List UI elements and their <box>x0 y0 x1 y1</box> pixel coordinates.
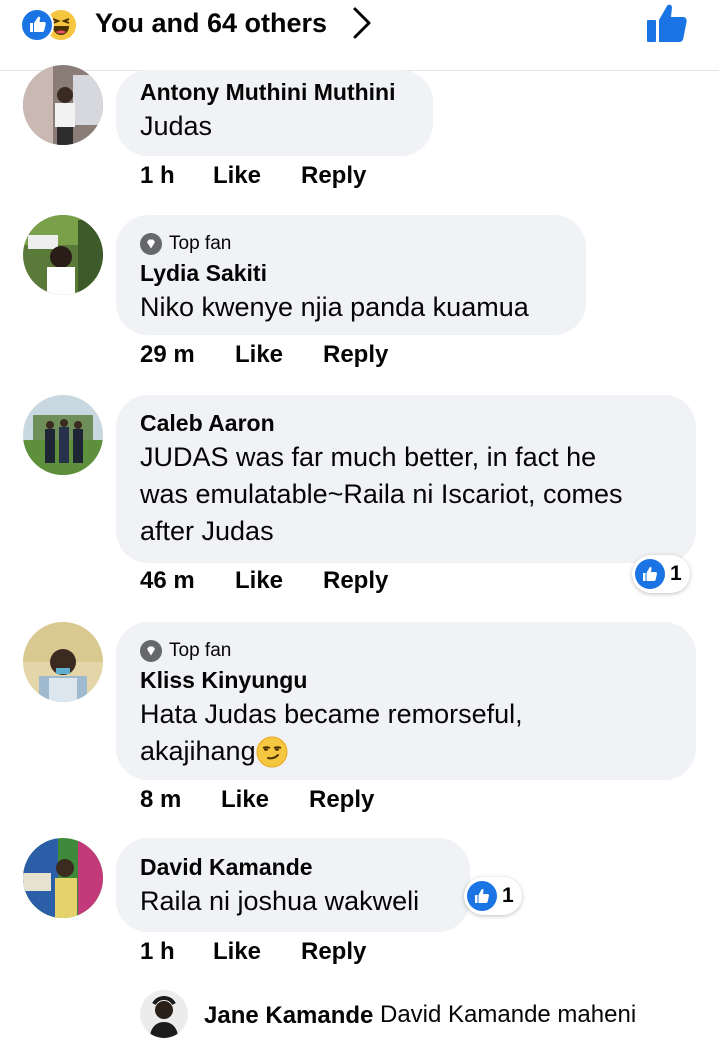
reply-author[interactable]: Jane Kamande <box>204 1002 373 1030</box>
top-fan-badge: Top fan <box>140 231 562 257</box>
comment-author[interactable]: Lydia Sakiti <box>140 257 562 289</box>
comment-text-line: was emulatable~Raila ni Iscariot, comes <box>140 479 623 509</box>
smirk-emoji <box>256 736 288 768</box>
chevron-right-icon[interactable] <box>350 6 374 45</box>
comment-text: Niko kwenye njia panda kuamua <box>140 292 529 322</box>
comment-like-count[interactable]: 1 <box>632 555 690 593</box>
comment-time: 1 h <box>140 938 175 965</box>
avatar[interactable] <box>23 395 103 475</box>
comment-text: Raila ni joshua wakweli <box>140 886 420 916</box>
reply-button[interactable]: Reply <box>301 938 366 966</box>
like-icon <box>635 559 665 589</box>
comment-author[interactable]: Kliss Kinyungu <box>140 664 672 696</box>
avatar[interactable] <box>23 215 103 295</box>
comment-text-line: Hata Judas became remorseful, <box>140 699 523 729</box>
comment-text-line: akajihang <box>140 733 672 770</box>
avatar[interactable] <box>23 65 103 145</box>
reply-button[interactable]: Reply <box>323 567 388 595</box>
thumbs-up-icon[interactable] <box>645 2 691 49</box>
comment-bubble[interactable]: Antony Muthini Muthini Judas <box>116 70 433 156</box>
avatar[interactable] <box>23 838 103 918</box>
comment-bubble[interactable]: Top fan Kliss Kinyungu Hata Judas became… <box>116 622 696 780</box>
diamond-icon <box>140 640 162 662</box>
reactions-header[interactable]: You and 64 others <box>0 0 719 71</box>
comment-author[interactable]: Antony Muthini Muthini <box>140 76 409 108</box>
like-button[interactable]: Like <box>235 567 283 595</box>
avatar[interactable] <box>140 990 188 1038</box>
like-button[interactable]: Like <box>213 162 261 190</box>
comment-text-line: JUDAS was far much better, in fact he <box>140 442 597 472</box>
reactions-summary[interactable]: You and 64 others <box>95 8 327 39</box>
like-button[interactable]: Like <box>235 341 283 369</box>
comment-time: 8 m <box>140 786 182 813</box>
comment-bubble[interactable]: Top fan Lydia Sakiti Niko kwenye njia pa… <box>116 215 586 335</box>
comment-bubble[interactable]: Caleb Aaron JUDAS was far much better, i… <box>116 395 696 563</box>
avatar[interactable] <box>23 622 103 702</box>
comment-like-count[interactable]: 1 <box>464 877 522 915</box>
comment-author[interactable]: David Kamande <box>140 851 446 883</box>
reaction-icons <box>20 6 90 42</box>
comment-author[interactable]: Caleb Aaron <box>140 407 672 439</box>
diamond-icon <box>140 233 162 255</box>
top-fan-badge: Top fan <box>140 638 672 664</box>
comment-text-line: after Judas <box>140 516 274 546</box>
comment-time: 29 m <box>140 341 195 368</box>
comment-time: 1 h <box>140 162 175 189</box>
reply-button[interactable]: Reply <box>323 341 388 369</box>
like-button[interactable]: Like <box>213 938 261 966</box>
like-icon <box>20 8 54 42</box>
comment-time: 46 m <box>140 567 195 594</box>
comment-bubble[interactable]: David Kamande Raila ni joshua wakweli <box>116 838 470 932</box>
comment-text: Judas <box>140 111 213 141</box>
reply-button[interactable]: Reply <box>301 162 366 190</box>
like-button[interactable]: Like <box>221 786 269 814</box>
like-icon <box>467 881 497 911</box>
reply-button[interactable]: Reply <box>309 786 374 814</box>
reply-text: David Kamande maheni <box>380 1001 637 1028</box>
